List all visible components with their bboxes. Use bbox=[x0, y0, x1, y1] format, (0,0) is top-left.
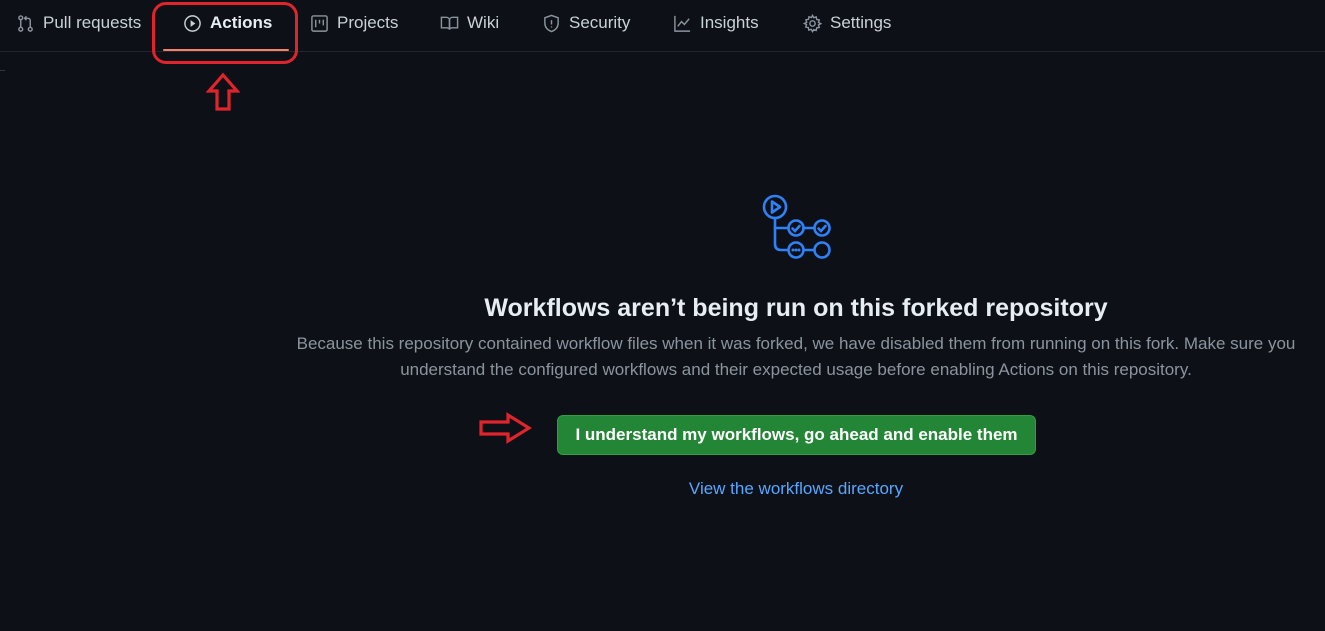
tab-label: Pull requests bbox=[43, 13, 142, 32]
annotation-right-arrow-icon bbox=[479, 412, 532, 444]
enable-workflows-button[interactable]: I understand my workflows, go ahead and … bbox=[557, 415, 1036, 455]
book-icon bbox=[440, 16, 459, 30]
page: Pull requests Actions Projects Wiki Secu… bbox=[0, 0, 1325, 631]
tab-label: Wiki bbox=[467, 13, 500, 32]
shield-icon bbox=[544, 14, 559, 32]
tab-label: Projects bbox=[337, 13, 399, 32]
divider bbox=[0, 70, 5, 71]
annotation-highlight-box bbox=[152, 2, 298, 64]
blankslate-title: Workflows aren’t being run on this forke… bbox=[484, 294, 1108, 322]
tab-security[interactable]: Security bbox=[542, 0, 630, 46]
tab-pull-requests[interactable]: Pull requests bbox=[16, 0, 141, 46]
git-pull-request-icon bbox=[18, 14, 33, 32]
annotation-up-arrow-icon bbox=[206, 72, 240, 111]
graph-icon bbox=[674, 15, 691, 32]
tab-label: Security bbox=[569, 13, 631, 32]
blankslate-description: Because this repository contained workfl… bbox=[296, 334, 1296, 379]
tab-wiki[interactable]: Wiki bbox=[440, 0, 499, 46]
project-icon bbox=[311, 14, 328, 32]
view-workflows-directory-link[interactable]: View the workflows directory bbox=[596, 478, 996, 500]
tab-settings[interactable]: Settings bbox=[803, 0, 891, 46]
tab-label: Settings bbox=[830, 13, 892, 32]
tab-projects[interactable]: Projects bbox=[310, 0, 398, 46]
tab-label: Insights bbox=[700, 13, 759, 32]
workflow-icon bbox=[762, 194, 831, 259]
tab-insights[interactable]: Insights bbox=[673, 0, 759, 46]
gear-icon bbox=[803, 13, 822, 33]
